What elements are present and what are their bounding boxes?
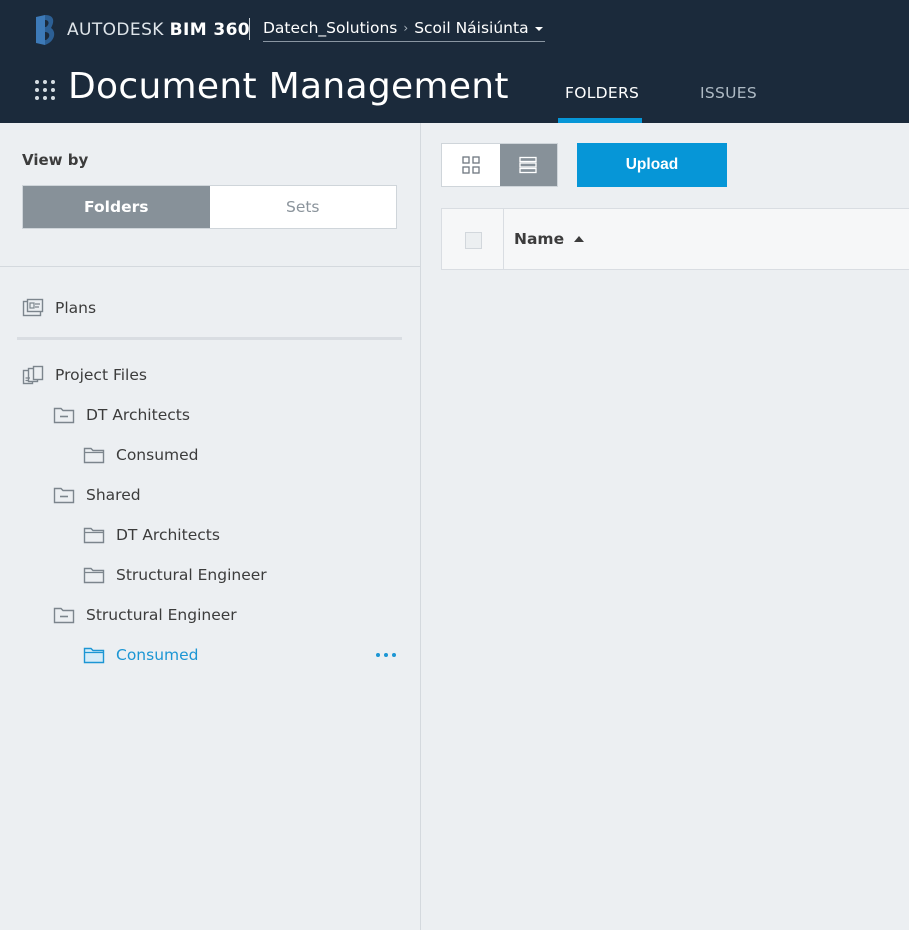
grid-view-icon	[462, 156, 480, 174]
tree-item-structural-consumed[interactable]: Consumed	[83, 642, 199, 668]
main-content: Upload Name	[422, 123, 909, 930]
view-by-label: View by	[22, 151, 89, 169]
tree-item-label: Project Files	[55, 366, 147, 384]
app-switcher-icon[interactable]	[35, 80, 55, 100]
folder-collapse-icon	[53, 607, 75, 624]
folder-icon	[83, 647, 105, 664]
tree-item-shared-dt-architects[interactable]: DT Architects	[83, 522, 220, 548]
sidebar-divider	[0, 266, 421, 267]
tree-item-label: Structural Engineer	[86, 606, 237, 624]
plans-separator	[17, 337, 402, 340]
brand-divider	[249, 18, 250, 40]
plans-icon	[22, 298, 44, 317]
tree-item-label: DT Architects	[116, 526, 220, 544]
tree-item-label: Structural Engineer	[116, 566, 267, 584]
tree-item-shared-structural-engineer[interactable]: Structural Engineer	[83, 562, 267, 588]
tab-folders[interactable]: FOLDERS	[565, 84, 639, 102]
folder-icon	[83, 567, 105, 584]
caret-down-icon[interactable]	[534, 26, 543, 31]
tree-item-label: Shared	[86, 486, 141, 504]
select-all-checkbox[interactable]	[465, 232, 482, 249]
folder-icon	[83, 447, 105, 464]
tree-item-dt-architects[interactable]: DT Architects	[53, 402, 190, 428]
list-view-icon	[519, 156, 537, 174]
view-by-folders-button[interactable]: Folders	[23, 186, 210, 228]
bim360-b-logo-icon	[36, 15, 55, 45]
tree-item-structural-engineer[interactable]: Structural Engineer	[53, 602, 237, 628]
folder-sidebar: View by Folders Sets Plans Project Files	[0, 123, 421, 930]
brand-wordmark: AUTODESK BIM 360	[67, 20, 250, 40]
view-by-toggle: Folders Sets	[22, 185, 397, 229]
breadcrumb-account[interactable]: Datech_Solutions	[263, 19, 397, 37]
autodesk-bim360-logo[interactable]: AUTODESK BIM 360	[34, 15, 250, 45]
tree-item-plans[interactable]: Plans	[22, 295, 96, 321]
tree-item-shared[interactable]: Shared	[53, 482, 141, 508]
tree-item-label: Plans	[55, 299, 97, 317]
folder-icon	[83, 527, 105, 544]
project-breadcrumb[interactable]: Datech_Solutions › Scoil Náisiúnta	[263, 14, 545, 42]
project-files-icon	[22, 365, 44, 385]
view-mode-toggle	[441, 143, 558, 187]
name-column-label: Name	[514, 230, 565, 248]
tree-item-label: Consumed	[116, 446, 199, 464]
brand-product: BIM 360	[169, 20, 251, 40]
chevron-right-icon: ›	[403, 20, 409, 35]
brand-company: AUTODESK	[67, 20, 164, 40]
tree-item-label: Consumed	[116, 646, 199, 664]
file-table-header: Name	[441, 208, 909, 270]
tree-item-label: DT Architects	[86, 406, 190, 424]
more-options-icon[interactable]	[376, 645, 396, 665]
grid-view-button[interactable]	[442, 144, 500, 186]
tree-item-consumed[interactable]: Consumed	[83, 442, 199, 468]
folder-collapse-icon	[53, 407, 75, 424]
name-column-header[interactable]: Name	[514, 209, 585, 269]
sort-ascending-icon	[574, 236, 585, 242]
tree-item-project-files[interactable]: Project Files	[22, 362, 147, 388]
tab-issues[interactable]: ISSUES	[700, 84, 757, 102]
breadcrumb-project[interactable]: Scoil Náisiúnta	[414, 19, 528, 37]
folder-collapse-icon	[53, 487, 75, 504]
top-header: AUTODESK BIM 360 Datech_Solutions › Scoi…	[0, 0, 909, 123]
view-by-sets-button[interactable]: Sets	[209, 186, 396, 228]
list-view-button[interactable]	[499, 144, 557, 186]
select-all-cell	[442, 209, 504, 269]
module-title: Document Management	[68, 66, 509, 107]
upload-button[interactable]: Upload	[577, 143, 727, 187]
